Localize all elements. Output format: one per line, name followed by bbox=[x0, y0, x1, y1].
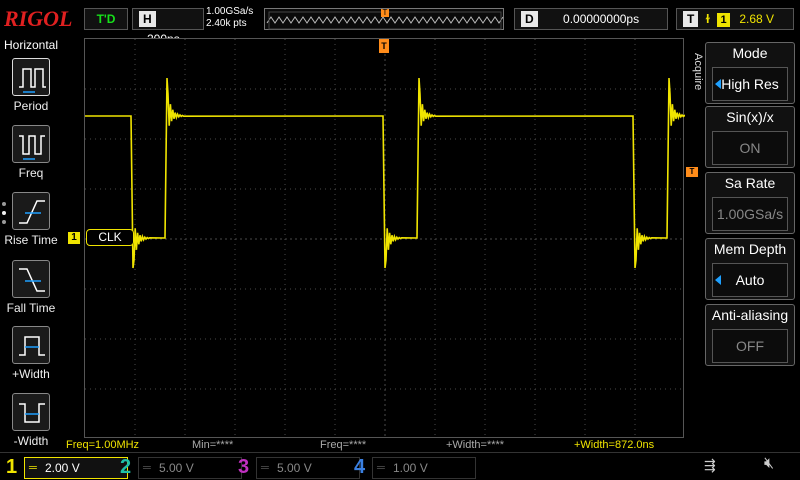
ch4-scale-box[interactable]: ═ 1.00 V bbox=[372, 457, 476, 479]
anti-aliasing-title: Anti-aliasing bbox=[711, 307, 789, 323]
pos-width-icon bbox=[19, 336, 45, 356]
usb-icon: ⇶ bbox=[704, 457, 716, 473]
waveform-overview[interactable]: T bbox=[264, 8, 504, 30]
sample-rate: 1.00GSa/s bbox=[206, 6, 254, 17]
trigger-box[interactable]: T ɫ 1 2.68 V bbox=[676, 8, 794, 30]
sinx-button[interactable]: Sin(x)/x ON bbox=[705, 106, 795, 168]
ch2-scale: 5.00 V bbox=[159, 461, 194, 475]
mem-depth-selector-arrow-icon bbox=[715, 275, 721, 285]
trigger-source-chip: 1 bbox=[717, 13, 731, 27]
ch1-scale-box[interactable]: ═ 2.00 V bbox=[24, 457, 128, 479]
fall-time-icon bbox=[19, 268, 45, 292]
neg-width-label: -Width bbox=[13, 434, 49, 448]
left-panel-title: Horizontal bbox=[3, 38, 59, 52]
sa-rate-button[interactable]: Sa Rate 1.00GSa/s bbox=[705, 172, 795, 234]
ch1-coupling-icon: ═ bbox=[29, 462, 37, 474]
ch2-scale-box[interactable]: ═ 5.00 V bbox=[138, 457, 242, 479]
sa-rate-title: Sa Rate bbox=[724, 175, 776, 191]
ch3-scale: 5.00 V bbox=[277, 461, 312, 475]
mem-depth-value-text: Auto bbox=[735, 272, 765, 288]
measurement-min[interactable]: Min=**** bbox=[192, 438, 233, 452]
graticule bbox=[85, 39, 685, 439]
ch4-scale: 1.00 V bbox=[393, 461, 428, 475]
waveform-display[interactable] bbox=[84, 38, 685, 439]
rise-time-icon bbox=[19, 200, 45, 224]
mode-selector-arrow-icon bbox=[715, 79, 721, 89]
fall-time-label: Fall Time bbox=[6, 301, 56, 315]
mode-value-text: High Res bbox=[721, 76, 779, 92]
measurement-bar: Freq=1.00MHz Min=**** Freq=**** +Width=*… bbox=[62, 438, 684, 452]
pos-width-label: +Width bbox=[12, 367, 50, 381]
ch3-scale-box[interactable]: ═ 5.00 V bbox=[256, 457, 360, 479]
ch1-scale: 2.00 V bbox=[45, 461, 80, 475]
neg-width-icon bbox=[19, 403, 45, 423]
sinx-value: ON bbox=[712, 131, 788, 165]
page-dot bbox=[2, 220, 6, 224]
freq-button[interactable] bbox=[12, 125, 50, 163]
channel-bar: 1 ═ 2.00 V 2 ═ 5.00 V 3 ═ 5.00 V 4 ═ 1.0… bbox=[0, 452, 800, 480]
freq-icon bbox=[19, 135, 45, 160]
pos-width-button[interactable] bbox=[12, 326, 50, 364]
period-label: Period bbox=[13, 99, 49, 113]
neg-width-button[interactable] bbox=[12, 393, 50, 431]
ch1-ground-marker[interactable]: 1 bbox=[68, 232, 80, 244]
mode-title: Mode bbox=[732, 45, 768, 61]
ch2-number[interactable]: 2 bbox=[120, 455, 131, 479]
period-button[interactable] bbox=[12, 58, 50, 96]
ch3-number[interactable]: 3 bbox=[238, 455, 249, 479]
mode-value: High Res bbox=[712, 67, 788, 101]
trigger-level-marker[interactable]: T bbox=[686, 167, 698, 177]
rise-time-label: Rise Time bbox=[4, 233, 58, 247]
sa-rate-value: 1.00GSa/s bbox=[712, 197, 788, 231]
sample-info: 1.00GSa/s 2.40k pts bbox=[206, 6, 253, 30]
rigol-logo: RIGOL bbox=[4, 6, 73, 31]
mode-button[interactable]: Mode High Res bbox=[705, 42, 795, 104]
ch2-coupling-icon: ═ bbox=[143, 462, 151, 474]
ch1-number[interactable]: 1 bbox=[6, 455, 17, 479]
overview-wave bbox=[266, 16, 504, 24]
horizontal-icon: H bbox=[139, 11, 156, 27]
measurement-freq[interactable]: Freq=1.00MHz bbox=[66, 438, 139, 452]
horizontal-timebase-box[interactable]: H 200ns bbox=[132, 8, 204, 46]
trigger-icon: T bbox=[683, 11, 699, 27]
page-dot-active bbox=[2, 211, 6, 215]
delay-icon: D bbox=[521, 11, 538, 27]
ch1-label: CLK bbox=[86, 229, 134, 246]
fall-time-button[interactable] bbox=[12, 260, 50, 298]
ch4-coupling-icon: ═ bbox=[377, 462, 385, 474]
anti-aliasing-value: OFF bbox=[712, 329, 788, 363]
measurement-pos-width-value[interactable]: +Width=872.0ns bbox=[574, 438, 654, 452]
ch4-number[interactable]: 4 bbox=[354, 455, 365, 479]
freq-label: Freq bbox=[18, 166, 44, 180]
top-status-bar: RIGOL T'D H 200ns 1.00GSa/s 2.40k pts T … bbox=[0, 0, 800, 46]
sound-muted-icon[interactable]: 🔇︎ bbox=[764, 455, 774, 473]
period-icon bbox=[19, 68, 46, 93]
trigger-position-marker: T bbox=[381, 8, 389, 17]
measurement-freq-2[interactable]: Freq=**** bbox=[320, 438, 366, 452]
delay-value: 0.00000000ps bbox=[563, 12, 640, 26]
page-dot bbox=[2, 202, 6, 206]
delay-box[interactable]: D 0.00000000ps bbox=[514, 8, 668, 30]
trigger-status-badge: T'D bbox=[84, 8, 128, 30]
ch3-coupling-icon: ═ bbox=[261, 462, 269, 474]
rising-edge-icon: ɫ bbox=[705, 12, 710, 26]
rise-time-button[interactable] bbox=[12, 192, 50, 230]
mem-depth-value: Auto bbox=[712, 263, 788, 297]
sinx-title: Sin(x)/x bbox=[726, 109, 774, 125]
memory-points: 2.40k pts bbox=[206, 18, 247, 29]
anti-aliasing-button[interactable]: Anti-aliasing OFF bbox=[705, 304, 795, 366]
mem-depth-button[interactable]: Mem Depth Auto bbox=[705, 238, 795, 300]
trigger-time-marker[interactable]: T bbox=[379, 39, 389, 53]
measurement-pos-width[interactable]: +Width=**** bbox=[446, 438, 504, 452]
acquire-menu-tab: Acquire bbox=[692, 53, 704, 91]
trigger-status-text: T'D bbox=[96, 12, 116, 26]
mem-depth-title: Mem Depth bbox=[713, 241, 787, 257]
trigger-level: 2.68 V bbox=[739, 12, 775, 26]
